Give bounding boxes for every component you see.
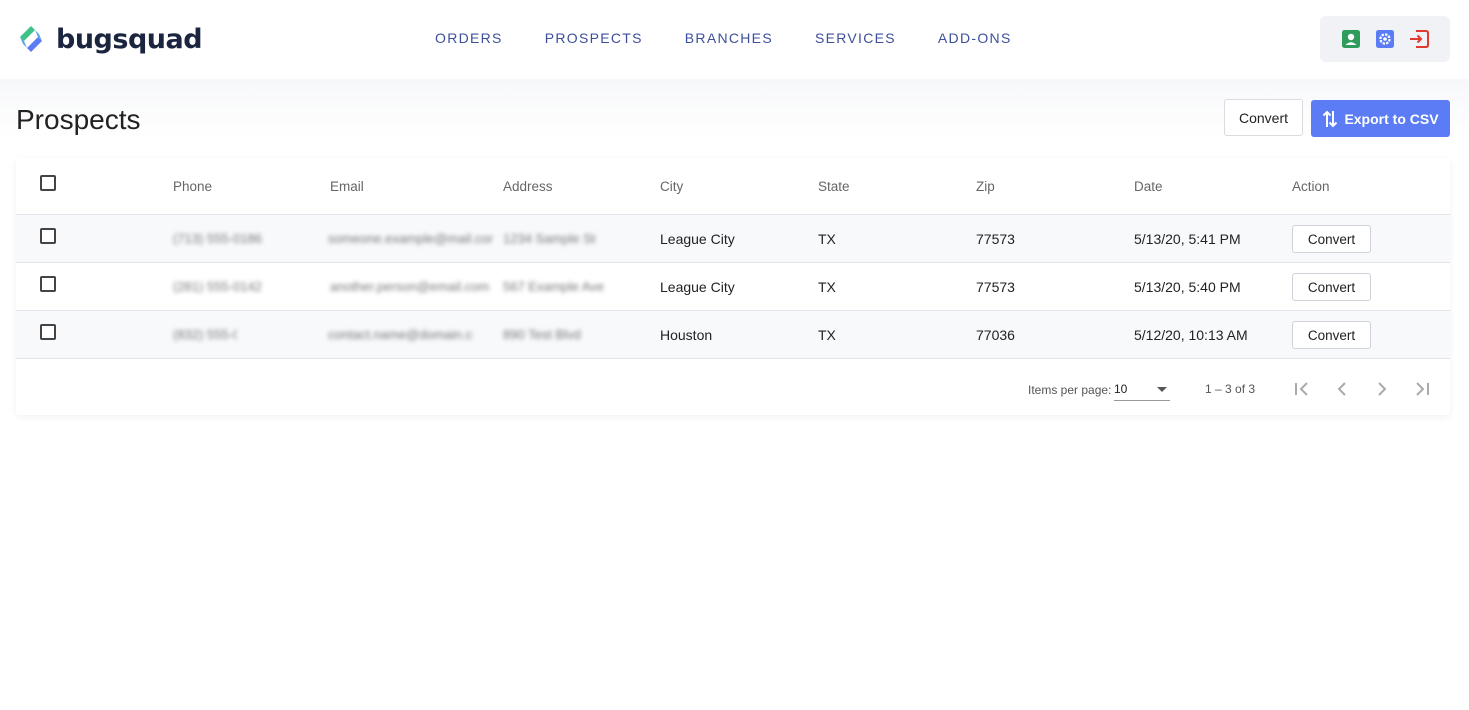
table-row: (281) 555-0142 another.person@email.com … xyxy=(16,263,1450,311)
sort-arrows-icon xyxy=(1323,110,1338,127)
phone-cell: (713) 555-0186 xyxy=(173,231,262,246)
email-cell: someone.example@mail.com xyxy=(328,231,493,246)
table-row: (832) 555-0107 contact.name@domain.com 8… xyxy=(16,311,1450,359)
first-page-button[interactable] xyxy=(1290,377,1314,401)
column-header-address[interactable]: Address xyxy=(503,179,553,194)
row-convert-button[interactable]: Convert xyxy=(1292,273,1371,301)
column-header-city[interactable]: City xyxy=(660,179,683,194)
table-header-row: Phone Email Address City State Zip Date … xyxy=(16,158,1450,215)
last-page-icon xyxy=(1416,382,1429,396)
row-convert-button[interactable]: Convert xyxy=(1292,225,1371,253)
zip-cell: 77036 xyxy=(976,326,1015,343)
city-cell: League City xyxy=(660,230,735,247)
city-cell: Houston xyxy=(660,326,713,343)
page-range-label: 1 – 3 of 3 xyxy=(1205,382,1256,396)
column-header-email[interactable]: Email xyxy=(330,179,364,194)
settings-icon[interactable] xyxy=(1374,28,1396,50)
user-icon[interactable] xyxy=(1340,28,1362,50)
address-cell: 890 Test Blvd xyxy=(503,327,581,342)
select-all-checkbox[interactable] xyxy=(40,175,56,191)
items-per-page-select[interactable]: 10 xyxy=(1114,381,1170,401)
top-navbar: bugsquad ORDERS PROSPECTS BRANCHES SERVI… xyxy=(0,0,1469,79)
email-cell: another.person@email.com xyxy=(330,279,490,294)
first-page-icon xyxy=(1295,382,1308,396)
header-icon-group xyxy=(1320,16,1450,62)
date-cell: 5/13/20, 5:40 PM xyxy=(1134,278,1241,295)
zip-cell: 77573 xyxy=(976,278,1015,295)
date-cell: 5/13/20, 5:41 PM xyxy=(1134,230,1241,247)
nav-item-services[interactable]: SERVICES xyxy=(815,30,896,46)
zip-cell: 77573 xyxy=(976,230,1015,247)
column-header-state[interactable]: State xyxy=(818,179,850,194)
last-page-button[interactable] xyxy=(1410,377,1434,401)
state-cell: TX xyxy=(818,326,836,343)
email-cell: contact.name@domain.com xyxy=(328,327,473,342)
nav-item-orders[interactable]: ORDERS xyxy=(435,30,503,46)
chevron-down-icon xyxy=(1157,387,1167,392)
items-per-page-label: Items per page: xyxy=(1028,383,1112,397)
address-cell: 567 Example Ave xyxy=(503,279,604,294)
state-cell: TX xyxy=(818,230,836,247)
nav-item-add-ons[interactable]: ADD-ONS xyxy=(938,30,1012,46)
column-header-action: Action xyxy=(1292,178,1330,194)
chevron-left-icon xyxy=(1337,382,1346,396)
column-header-date[interactable]: Date xyxy=(1134,179,1163,194)
state-cell: TX xyxy=(818,278,836,295)
next-page-button[interactable] xyxy=(1370,377,1394,401)
address-cell: 1234 Sample St xyxy=(503,231,596,246)
row-checkbox[interactable] xyxy=(40,228,56,244)
city-cell: League City xyxy=(660,278,735,295)
column-header-phone[interactable]: Phone xyxy=(173,179,212,194)
prospects-table: Phone Email Address City State Zip Date … xyxy=(16,158,1450,415)
items-per-page-value: 10 xyxy=(1114,382,1128,396)
row-checkbox[interactable] xyxy=(40,276,56,292)
date-cell: 5/12/20, 10:13 AM xyxy=(1134,326,1248,343)
chevron-right-icon xyxy=(1378,382,1387,396)
page-title: Prospects xyxy=(16,104,141,135)
brand-name: bugsquad xyxy=(56,23,203,55)
bugsquad-logo-icon xyxy=(20,26,42,52)
phone-cell: (281) 555-0142 xyxy=(173,279,261,294)
row-convert-button[interactable]: Convert xyxy=(1292,321,1371,349)
previous-page-button[interactable] xyxy=(1330,377,1354,401)
logout-icon[interactable] xyxy=(1408,28,1430,50)
export-csv-button[interactable]: Export to CSV xyxy=(1311,100,1450,137)
phone-cell: (832) 555-0107 xyxy=(173,327,237,342)
table-row: (713) 555-0186 someone.example@mail.com … xyxy=(16,215,1450,263)
row-checkbox[interactable] xyxy=(40,324,56,340)
export-csv-label: Export to CSV xyxy=(1344,110,1439,127)
main-nav: ORDERS PROSPECTS BRANCHES SERVICES ADD-O… xyxy=(435,30,1054,46)
nav-item-branches[interactable]: BRANCHES xyxy=(685,30,773,46)
brand-logo[interactable]: bugsquad xyxy=(15,23,203,55)
nav-item-prospects[interactable]: PROSPECTS xyxy=(545,30,643,46)
column-header-zip[interactable]: Zip xyxy=(976,179,995,194)
paginator: Items per page: 10 1 – 3 of 3 xyxy=(16,360,1450,415)
convert-button[interactable]: Convert xyxy=(1224,99,1303,136)
